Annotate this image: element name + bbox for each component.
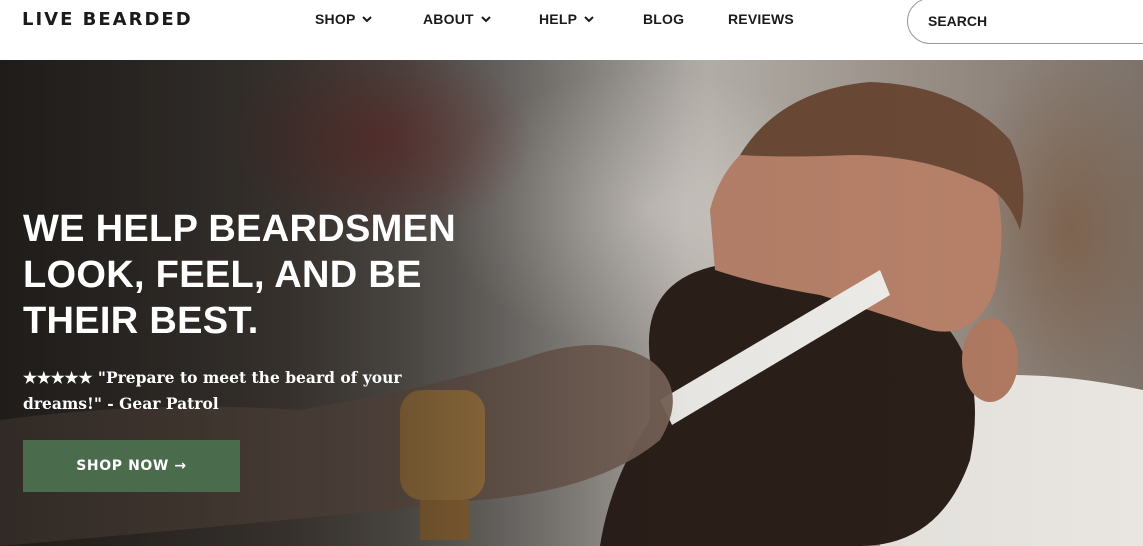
nav-blog[interactable]: BLOG xyxy=(643,11,684,27)
nav-shop-label: SHOP xyxy=(315,11,356,27)
shop-now-button[interactable]: SHOP NOW → xyxy=(23,440,240,492)
search-input[interactable] xyxy=(928,13,1108,29)
site-header: LIVE BEARDED SHOP ABOUT HELP BLOG REVIEW… xyxy=(0,0,1143,60)
hero-headline: WE HELP BEARDSMEN LOOK, FEEL, AND BE THE… xyxy=(23,208,456,342)
site-logo[interactable]: LIVE BEARDED xyxy=(22,9,193,30)
search-box[interactable] xyxy=(907,0,1143,44)
hero-banner: WE HELP BEARDSMEN LOOK, FEEL, AND BE THE… xyxy=(0,60,1143,546)
nav-reviews[interactable]: REVIEWS xyxy=(728,11,794,27)
nav-reviews-label: REVIEWS xyxy=(728,11,794,27)
nav-about-label: ABOUT xyxy=(423,11,474,27)
chevron-down-icon xyxy=(481,16,491,23)
nav-blog-label: BLOG xyxy=(643,11,685,27)
nav-shop[interactable]: SHOP xyxy=(315,11,373,27)
nav-about[interactable]: ABOUT xyxy=(423,11,492,27)
shop-now-label: SHOP NOW → xyxy=(76,458,187,474)
hero-quote: ★★★★★ "Prepare to meet the beard of your… xyxy=(23,368,402,413)
nav-help-label: HELP xyxy=(539,11,578,27)
chevron-down-icon xyxy=(362,16,373,23)
nav-help[interactable]: HELP xyxy=(539,11,595,27)
chevron-down-icon xyxy=(584,16,594,23)
